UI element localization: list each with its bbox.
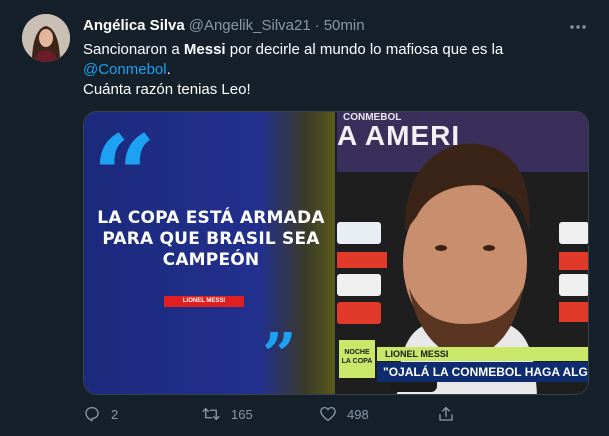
like-icon [320,406,336,422]
more-icon[interactable] [569,18,587,36]
text-segment: . [166,61,171,78]
tweet-text-line-3: Cuánta razón tenias Leo! [83,81,251,98]
tweet-header: Angélica Silva @Angelik_Silva21 · 50min [83,17,569,37]
separator: · [314,17,320,34]
caption-name: LIONEL MESSI [377,347,588,361]
quote-author-tag: LIONEL MESSI [164,296,244,307]
retweet-button[interactable]: 165 [201,405,319,423]
tweet-actions: 2 165 498 [83,404,583,424]
tweet-text-line-2: @Conmebol. [83,60,583,80]
interview-photo[interactable]: CONMEBOL A AMERI NOCHE LA COPA LIONEL ME… [337,112,588,394]
text-segment: por decirle al mundo lo mafiosa que es l… [225,41,504,58]
text-bold-segment: Messi [183,41,226,58]
share-icon [439,406,453,421]
reply-button[interactable]: 2 [83,405,201,423]
broadcast-banner-title: A AMERI [337,120,461,151]
like-button[interactable]: 498 [319,405,437,423]
quote-graphic[interactable]: “ LA COPA ESTÁ ARMADA PARA QUE BRASIL SE… [84,112,335,394]
tweet-text: Sancionaron a Messi por decirle al mundo… [83,40,583,100]
retweet-icon [202,408,220,420]
text-segment: Sancionaron a [83,41,184,58]
tweet-text-line-1: Sancionaron a Messi por decirle al mundo… [83,40,583,60]
share-button[interactable] [437,405,465,423]
display-name[interactable]: Angélica Silva [83,17,185,34]
retweet-count: 165 [231,406,253,422]
broadcast-show-tag: NOCHE LA COPA [339,340,375,378]
caption-quote: "OJALÁ LA CONMEBOL HAGA ALGO CON [377,362,588,382]
timestamp[interactable]: 50min [324,17,365,34]
avatar[interactable] [22,14,70,62]
reply-icon [85,406,99,422]
like-count: 498 [347,406,369,422]
quote-graphic-text: LA COPA ESTÁ ARMADA PARA QUE BRASIL SEA … [97,208,325,270]
reply-count: 2 [111,406,119,422]
mention-link[interactable]: @Conmebol [83,61,167,78]
user-handle[interactable]: @Angelik_Silva21 [189,17,311,34]
tweet-media[interactable]: “ LA COPA ESTÁ ARMADA PARA QUE BRASIL SE… [83,111,589,395]
quote-close-mark: ” [262,321,297,391]
tweet[interactable]: Angélica Silva @Angelik_Silva21 · 50min … [0,0,609,436]
